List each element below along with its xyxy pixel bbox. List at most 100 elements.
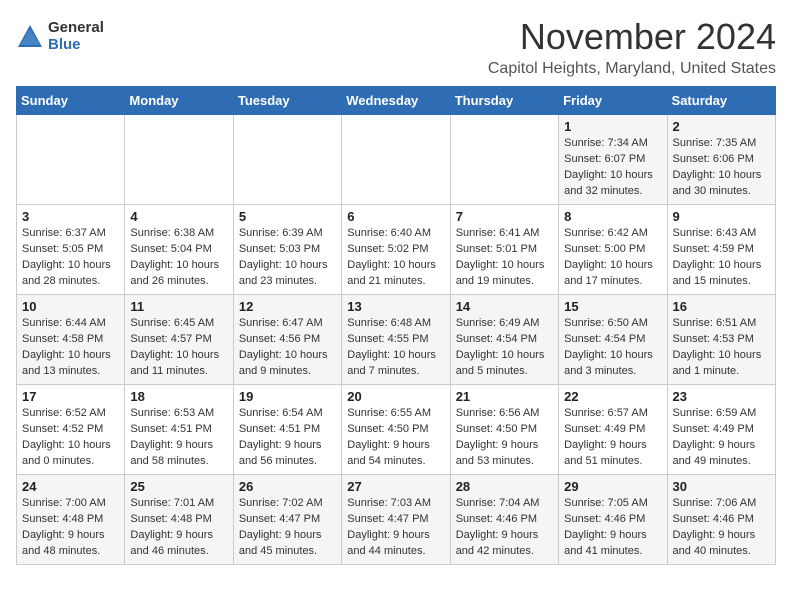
day-number: 3: [22, 209, 119, 224]
day-cell: 13 Sunrise: 6:48 AM Sunset: 4:55 PM Dayli…: [342, 295, 450, 385]
day-info: Sunrise: 6:45 AM Sunset: 4:57 PM Dayligh…: [130, 316, 227, 380]
day-number: 5: [239, 209, 336, 224]
day-info: Sunrise: 6:59 AM Sunset: 4:49 PM Dayligh…: [673, 406, 770, 470]
day-cell: 10 Sunrise: 6:44 AM Sunset: 4:58 PM Dayli…: [17, 295, 125, 385]
day-info: Sunrise: 6:47 AM Sunset: 4:56 PM Dayligh…: [239, 316, 336, 380]
day-info: Sunrise: 6:43 AM Sunset: 4:59 PM Dayligh…: [673, 226, 770, 290]
day-number: 24: [22, 479, 119, 494]
day-number: 11: [130, 299, 227, 314]
day-number: 10: [22, 299, 119, 314]
day-cell: 26Sunrise: 7:02 AM Sunset: 4:47 PM Dayli…: [233, 475, 341, 565]
header: General Blue November 2024 Capitol Heigh…: [16, 16, 776, 78]
day-cell: [342, 115, 450, 205]
day-number: 23: [673, 389, 770, 404]
header-day-monday: Monday: [125, 87, 233, 115]
day-info: Sunrise: 7:04 AM Sunset: 4:46 PM Dayligh…: [456, 496, 553, 560]
day-cell: 22 Sunrise: 6:57 AM Sunset: 4:49 PM Dayli…: [559, 385, 667, 475]
day-number: 12: [239, 299, 336, 314]
day-info: Sunrise: 6:44 AM Sunset: 4:58 PM Dayligh…: [22, 316, 119, 380]
day-number: 16: [673, 299, 770, 314]
day-cell: [450, 115, 558, 205]
day-number: 29: [564, 479, 661, 494]
header-day-saturday: Saturday: [667, 87, 775, 115]
day-cell: 18 Sunrise: 6:53 AM Sunset: 4:51 PM Dayli…: [125, 385, 233, 475]
day-info: Sunrise: 6:40 AM Sunset: 5:02 PM Dayligh…: [347, 226, 444, 290]
week-row-4: 24Sunrise: 7:00 AM Sunset: 4:48 PM Dayli…: [17, 475, 776, 565]
logo: General Blue: [16, 20, 104, 53]
day-cell: 14 Sunrise: 6:49 AM Sunset: 4:54 PM Dayli…: [450, 295, 558, 385]
day-info: Sunrise: 7:03 AM Sunset: 4:47 PM Dayligh…: [347, 496, 444, 560]
logo-general-text: General: [48, 20, 104, 37]
location-title: Capitol Heights, Maryland, United States: [488, 60, 776, 78]
day-cell: 11 Sunrise: 6:45 AM Sunset: 4:57 PM Dayli…: [125, 295, 233, 385]
day-cell: 2Sunrise: 7:35 AM Sunset: 6:06 PM Daylig…: [667, 115, 775, 205]
day-cell: 16 Sunrise: 6:51 AM Sunset: 4:53 PM Dayli…: [667, 295, 775, 385]
day-cell: 29 Sunrise: 7:05 AM Sunset: 4:46 PM Dayli…: [559, 475, 667, 565]
day-number: 13: [347, 299, 444, 314]
day-number: 14: [456, 299, 553, 314]
logo-text: General Blue: [48, 20, 104, 53]
logo-blue-text: Blue: [48, 37, 104, 54]
day-cell: 7Sunrise: 6:41 AM Sunset: 5:01 PM Daylig…: [450, 205, 558, 295]
day-number: 26: [239, 479, 336, 494]
day-info: Sunrise: 7:05 AM Sunset: 4:46 PM Dayligh…: [564, 496, 661, 560]
header-day-tuesday: Tuesday: [233, 87, 341, 115]
week-row-0: 1Sunrise: 7:34 AM Sunset: 6:07 PM Daylig…: [17, 115, 776, 205]
day-info: Sunrise: 6:38 AM Sunset: 5:04 PM Dayligh…: [130, 226, 227, 290]
day-cell: 28 Sunrise: 7:04 AM Sunset: 4:46 PM Dayli…: [450, 475, 558, 565]
day-number: 22: [564, 389, 661, 404]
day-cell: 5Sunrise: 6:39 AM Sunset: 5:03 PM Daylig…: [233, 205, 341, 295]
day-cell: 6 Sunrise: 6:40 AM Sunset: 5:02 PM Daylig…: [342, 205, 450, 295]
day-cell: 30 Sunrise: 7:06 AM Sunset: 4:46 PM Dayli…: [667, 475, 775, 565]
day-info: Sunrise: 6:55 AM Sunset: 4:50 PM Dayligh…: [347, 406, 444, 470]
logo-icon: [16, 23, 44, 51]
day-info: Sunrise: 6:52 AM Sunset: 4:52 PM Dayligh…: [22, 406, 119, 470]
day-number: 6: [347, 209, 444, 224]
day-cell: 9 Sunrise: 6:43 AM Sunset: 4:59 PM Daylig…: [667, 205, 775, 295]
day-number: 30: [673, 479, 770, 494]
day-number: 21: [456, 389, 553, 404]
day-info: Sunrise: 6:51 AM Sunset: 4:53 PM Dayligh…: [673, 316, 770, 380]
calendar: SundayMondayTuesdayWednesdayThursdayFrid…: [16, 86, 776, 565]
day-info: Sunrise: 6:54 AM Sunset: 4:51 PM Dayligh…: [239, 406, 336, 470]
day-cell: 25 Sunrise: 7:01 AM Sunset: 4:48 PM Dayli…: [125, 475, 233, 565]
day-number: 28: [456, 479, 553, 494]
day-cell: 19Sunrise: 6:54 AM Sunset: 4:51 PM Dayli…: [233, 385, 341, 475]
day-number: 27: [347, 479, 444, 494]
day-cell: [125, 115, 233, 205]
header-day-sunday: Sunday: [17, 87, 125, 115]
week-row-3: 17 Sunrise: 6:52 AM Sunset: 4:52 PM Dayli…: [17, 385, 776, 475]
day-info: Sunrise: 7:34 AM Sunset: 6:07 PM Dayligh…: [564, 136, 661, 200]
day-cell: 24Sunrise: 7:00 AM Sunset: 4:48 PM Dayli…: [17, 475, 125, 565]
day-info: Sunrise: 6:49 AM Sunset: 4:54 PM Dayligh…: [456, 316, 553, 380]
day-number: 9: [673, 209, 770, 224]
day-number: 7: [456, 209, 553, 224]
day-info: Sunrise: 7:06 AM Sunset: 4:46 PM Dayligh…: [673, 496, 770, 560]
day-cell: 23 Sunrise: 6:59 AM Sunset: 4:49 PM Dayli…: [667, 385, 775, 475]
day-cell: 27 Sunrise: 7:03 AM Sunset: 4:47 PM Dayli…: [342, 475, 450, 565]
day-info: Sunrise: 6:48 AM Sunset: 4:55 PM Dayligh…: [347, 316, 444, 380]
day-info: Sunrise: 6:56 AM Sunset: 4:50 PM Dayligh…: [456, 406, 553, 470]
day-info: Sunrise: 6:53 AM Sunset: 4:51 PM Dayligh…: [130, 406, 227, 470]
header-day-wednesday: Wednesday: [342, 87, 450, 115]
day-info: Sunrise: 6:50 AM Sunset: 4:54 PM Dayligh…: [564, 316, 661, 380]
week-row-2: 10 Sunrise: 6:44 AM Sunset: 4:58 PM Dayli…: [17, 295, 776, 385]
day-number: 15: [564, 299, 661, 314]
day-number: 17: [22, 389, 119, 404]
day-info: Sunrise: 7:01 AM Sunset: 4:48 PM Dayligh…: [130, 496, 227, 560]
calendar-header: SundayMondayTuesdayWednesdayThursdayFrid…: [17, 87, 776, 115]
calendar-body: 1Sunrise: 7:34 AM Sunset: 6:07 PM Daylig…: [17, 115, 776, 565]
day-number: 8: [564, 209, 661, 224]
day-cell: 20Sunrise: 6:55 AM Sunset: 4:50 PM Dayli…: [342, 385, 450, 475]
day-number: 25: [130, 479, 227, 494]
day-cell: 8Sunrise: 6:42 AM Sunset: 5:00 PM Daylig…: [559, 205, 667, 295]
week-row-1: 3Sunrise: 6:37 AM Sunset: 5:05 PM Daylig…: [17, 205, 776, 295]
day-cell: 15 Sunrise: 6:50 AM Sunset: 4:54 PM Dayli…: [559, 295, 667, 385]
header-row: SundayMondayTuesdayWednesdayThursdayFrid…: [17, 87, 776, 115]
day-number: 18: [130, 389, 227, 404]
title-area: November 2024 Capitol Heights, Maryland,…: [488, 16, 776, 78]
day-cell: 4Sunrise: 6:38 AM Sunset: 5:04 PM Daylig…: [125, 205, 233, 295]
day-cell: 3Sunrise: 6:37 AM Sunset: 5:05 PM Daylig…: [17, 205, 125, 295]
day-info: Sunrise: 6:57 AM Sunset: 4:49 PM Dayligh…: [564, 406, 661, 470]
header-day-thursday: Thursday: [450, 87, 558, 115]
